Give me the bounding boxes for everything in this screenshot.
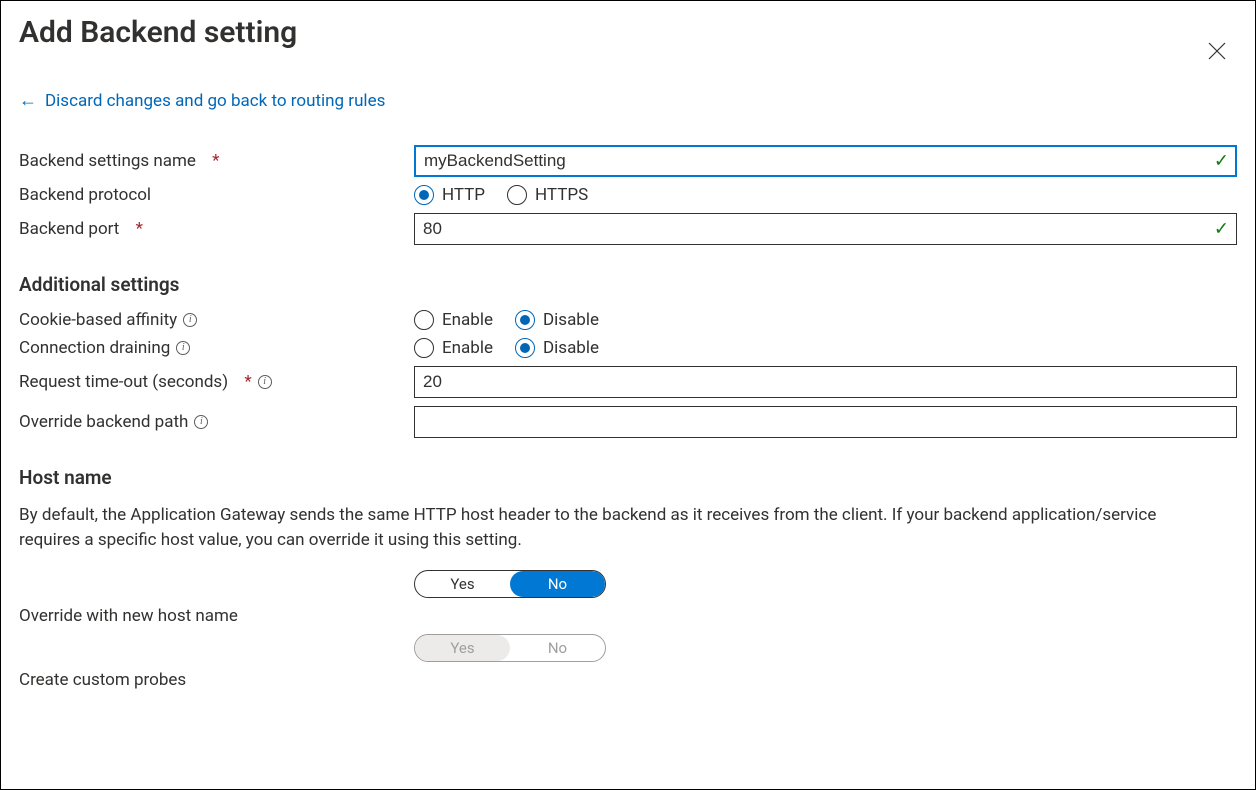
info-icon[interactable]: i bbox=[194, 415, 208, 429]
request-timeout-input[interactable] bbox=[414, 366, 1237, 398]
protocol-http-label: HTTP bbox=[442, 185, 485, 205]
protocol-https-radio[interactable]: HTTPS bbox=[507, 185, 588, 205]
page-title: Add Backend setting bbox=[19, 15, 297, 50]
arrow-left-icon: ← bbox=[19, 90, 37, 111]
backend-protocol-label: Backend protocol bbox=[19, 185, 414, 205]
hostname-override-no[interactable]: No bbox=[510, 571, 605, 597]
hostname-override-toggle[interactable]: Yes No bbox=[414, 570, 606, 598]
draining-disable-radio[interactable]: Disable bbox=[515, 338, 599, 358]
cookie-enable-radio[interactable]: Enable bbox=[414, 310, 493, 330]
hostname-override-yes[interactable]: Yes bbox=[415, 571, 510, 597]
connection-draining-label: Connection draining i bbox=[19, 338, 414, 358]
info-icon[interactable]: i bbox=[183, 313, 197, 327]
protocol-http-radio[interactable]: HTTP bbox=[414, 185, 485, 205]
close-icon bbox=[1208, 42, 1226, 60]
override-backend-path-input[interactable] bbox=[414, 406, 1237, 438]
discard-back-link[interactable]: ← Discard changes and go back to routing… bbox=[19, 90, 1237, 111]
override-new-host-label: Override with new host name bbox=[19, 606, 414, 626]
cookie-disable-label: Disable bbox=[543, 310, 599, 330]
protocol-https-label: HTTPS bbox=[535, 185, 588, 205]
check-icon: ✓ bbox=[1214, 151, 1229, 172]
info-icon[interactable]: i bbox=[176, 341, 190, 355]
request-timeout-label: Request time-out (seconds) * i bbox=[19, 372, 414, 392]
backend-name-input[interactable] bbox=[414, 145, 1237, 177]
close-button[interactable] bbox=[1197, 31, 1237, 71]
back-link-text: Discard changes and go back to routing r… bbox=[45, 91, 385, 111]
backend-port-label: Backend port * bbox=[19, 219, 414, 239]
check-icon: ✓ bbox=[1214, 219, 1229, 240]
override-new-host-yes: Yes bbox=[415, 635, 510, 661]
backend-name-label: Backend settings name * bbox=[19, 151, 414, 171]
draining-enable-label: Enable bbox=[442, 338, 493, 358]
host-name-heading: Host name bbox=[19, 466, 1237, 489]
host-name-description: By default, the Application Gateway send… bbox=[19, 503, 1199, 552]
override-backend-path-label: Override backend path i bbox=[19, 412, 414, 432]
cookie-affinity-label: Cookie-based affinity i bbox=[19, 310, 414, 330]
override-new-host-toggle: Yes No bbox=[414, 634, 606, 662]
draining-enable-radio[interactable]: Enable bbox=[414, 338, 493, 358]
create-custom-probes-label: Create custom probes bbox=[19, 670, 414, 690]
additional-settings-heading: Additional settings bbox=[19, 273, 1237, 296]
override-new-host-no: No bbox=[510, 635, 605, 661]
info-icon[interactable]: i bbox=[258, 375, 272, 389]
draining-disable-label: Disable bbox=[543, 338, 599, 358]
cookie-disable-radio[interactable]: Disable bbox=[515, 310, 599, 330]
cookie-enable-label: Enable bbox=[442, 310, 493, 330]
backend-port-input[interactable] bbox=[414, 213, 1237, 245]
